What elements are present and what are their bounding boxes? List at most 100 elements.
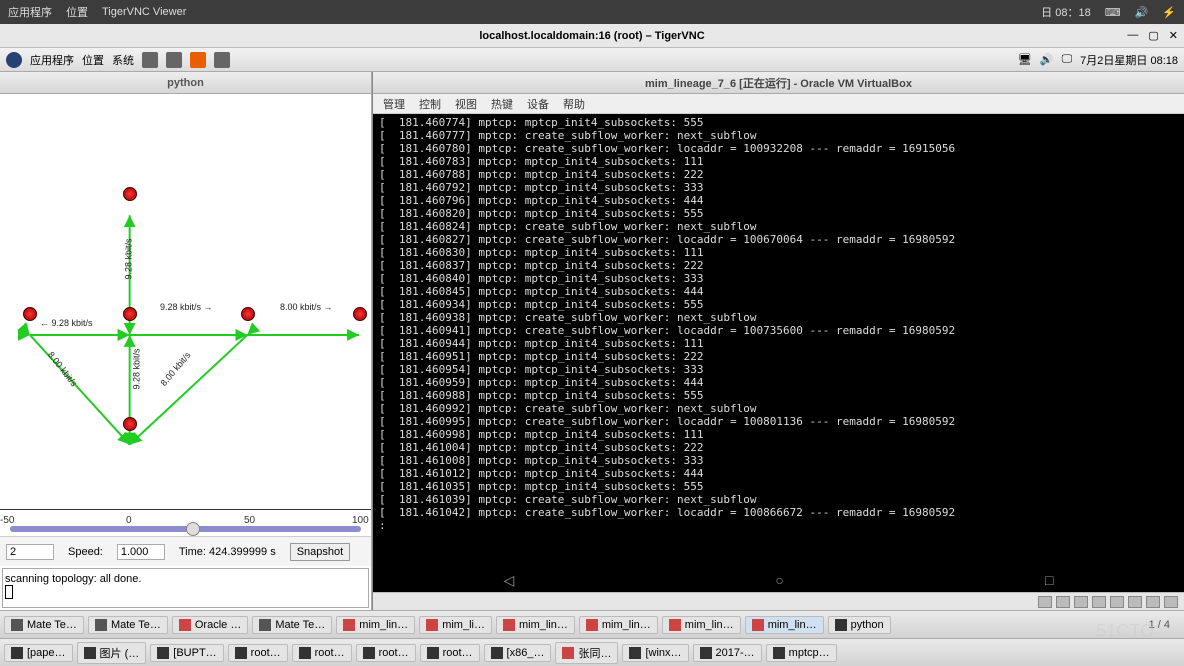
status-icon[interactable] <box>1092 596 1106 608</box>
guest-places[interactable]: 位置 <box>82 52 104 68</box>
task-label: Mate Te… <box>111 619 161 631</box>
app-icon <box>586 619 598 631</box>
taskbar-item[interactable]: mptcp… <box>766 644 837 662</box>
taskbar-item[interactable]: 2017-… <box>693 644 762 662</box>
task-label: mim_lin… <box>768 619 817 631</box>
display-icon[interactable]: 🖵 <box>1062 53 1073 66</box>
graph-node[interactable] <box>241 307 255 321</box>
graph-node[interactable] <box>23 307 37 321</box>
taskbar-item[interactable]: mim_lin… <box>745 616 824 634</box>
app-icon <box>426 619 438 631</box>
maximize-icon[interactable]: ▢ <box>1148 29 1158 42</box>
battery-icon[interactable]: ⚡ <box>1162 6 1176 19</box>
taskbar-item[interactable]: mim_lin… <box>496 616 575 634</box>
taskbar-item[interactable]: python <box>828 616 891 634</box>
fedora-icon[interactable] <box>6 52 22 68</box>
edge-label: 9.28 kbit/s <box>124 238 134 279</box>
guest-apps[interactable]: 应用程序 <box>30 52 74 68</box>
input-field[interactable] <box>6 544 54 560</box>
status-icon[interactable] <box>1146 596 1160 608</box>
volume-icon[interactable]: 🔊 <box>1135 6 1149 19</box>
taskbar-item[interactable]: [x86_… <box>484 644 552 662</box>
volume-icon[interactable]: 🔊 <box>1040 53 1054 66</box>
task-label: mim_lin… <box>602 619 651 631</box>
status-icon[interactable] <box>1074 596 1088 608</box>
menu-item[interactable]: 管理 <box>383 96 405 111</box>
task-label: [winx… <box>645 647 681 659</box>
slider-thumb[interactable] <box>186 522 200 536</box>
close-icon[interactable]: ✕ <box>1169 29 1178 42</box>
tray-icon[interactable]: 🖥 <box>1018 53 1032 66</box>
vnc-title-text: localhost.localdomain:16 (root) – TigerV… <box>479 30 704 42</box>
graph-node[interactable] <box>123 417 137 431</box>
menu-apps[interactable]: 应用程序 <box>8 4 52 20</box>
taskbar-item[interactable]: Mate Te… <box>252 616 332 634</box>
menu-item[interactable]: 视图 <box>455 96 477 111</box>
topology-graph[interactable]: ← 9.28 kbit/s 9.28 kbit/s → 8.00 kbit/s … <box>0 94 371 536</box>
taskbar-item[interactable]: [pape… <box>4 644 73 662</box>
task-label: root… <box>379 647 409 659</box>
menu-item[interactable]: 热键 <box>491 96 513 111</box>
edge-label: 8.00 kbit/s → <box>280 302 333 312</box>
taskbar-item[interactable]: mim_lin… <box>662 616 741 634</box>
app-icon <box>562 647 574 659</box>
console-output: scanning topology: all done. <box>2 568 369 608</box>
taskbar-item[interactable]: root… <box>292 644 352 662</box>
snapshot-button[interactable]: Snapshot <box>290 543 350 561</box>
taskbar-item[interactable]: mim_lin… <box>579 616 658 634</box>
menu-item[interactable]: 帮助 <box>563 96 585 111</box>
graph-node[interactable] <box>123 187 137 201</box>
taskbar-item[interactable]: mim_li… <box>419 616 492 634</box>
taskbar-item[interactable]: root… <box>228 644 288 662</box>
status-icon[interactable] <box>1128 596 1142 608</box>
task-label: root… <box>443 647 473 659</box>
speed-input[interactable] <box>117 544 165 560</box>
app-icon <box>669 619 681 631</box>
taskbar-item[interactable]: Mate Te… <box>88 616 168 634</box>
app-icon[interactable] <box>214 52 230 68</box>
taskbar-item[interactable]: mim_lin… <box>336 616 415 634</box>
menu-item[interactable]: 控制 <box>419 96 441 111</box>
app-icon <box>235 647 247 659</box>
taskbar-item[interactable]: root… <box>420 644 480 662</box>
app-icon <box>363 647 375 659</box>
terminal-icon[interactable] <box>142 52 158 68</box>
menu-item[interactable]: 设备 <box>527 96 549 111</box>
watermark: 51CTO <box>1096 621 1154 642</box>
back-icon[interactable]: ◁ <box>504 572 515 589</box>
task-label: mim_lin… <box>685 619 734 631</box>
recent-icon[interactable]: □ <box>1045 572 1053 588</box>
graph-node[interactable] <box>353 307 367 321</box>
taskbar-item[interactable]: 图片 (… <box>77 642 147 664</box>
home-icon[interactable]: ○ <box>775 572 783 588</box>
graph-controls: Speed: Time: 424.399999 s Snapshot <box>0 536 371 566</box>
guest-clock: 7月2日星期日 08:18 <box>1080 52 1178 68</box>
status-icon[interactable] <box>1110 596 1124 608</box>
status-icon[interactable] <box>1164 596 1178 608</box>
guest-system[interactable]: 系统 <box>112 52 134 68</box>
taskbar-item[interactable]: [winx… <box>622 644 688 662</box>
vbox-statusbar <box>373 592 1184 610</box>
vbox-title: mim_lineage_7_6 [正在运行] - Oracle VM Virtu… <box>373 72 1184 94</box>
taskbar-item[interactable]: Mate Te… <box>4 616 84 634</box>
task-label: Mate Te… <box>27 619 77 631</box>
status-icon[interactable] <box>1056 596 1070 608</box>
task-label: [x86_… <box>507 647 545 659</box>
app-icon <box>700 647 712 659</box>
app-icon <box>179 619 191 631</box>
menu-places[interactable]: 位置 <box>66 4 88 20</box>
taskbar-item[interactable]: Oracle … <box>172 616 248 634</box>
task-label: mim_lin… <box>519 619 568 631</box>
minimize-icon[interactable]: — <box>1127 29 1138 42</box>
keyboard-icon[interactable]: ⌨ <box>1105 6 1121 19</box>
taskbar-item[interactable]: root… <box>356 644 416 662</box>
app-name: TigerVNC Viewer <box>102 6 186 18</box>
files-icon[interactable] <box>166 52 182 68</box>
taskbar-item[interactable]: [BUPT… <box>150 644 223 662</box>
status-icon[interactable] <box>1038 596 1052 608</box>
vm-console[interactable]: [ 181.460774] mptcp: mptcp_init4_subsock… <box>373 114 1184 568</box>
taskbar-item[interactable]: 张同… <box>555 642 618 664</box>
python-window: python ← 9.28 kbit/s 9. <box>0 72 372 610</box>
firefox-icon[interactable] <box>190 52 206 68</box>
graph-node[interactable] <box>123 307 137 321</box>
